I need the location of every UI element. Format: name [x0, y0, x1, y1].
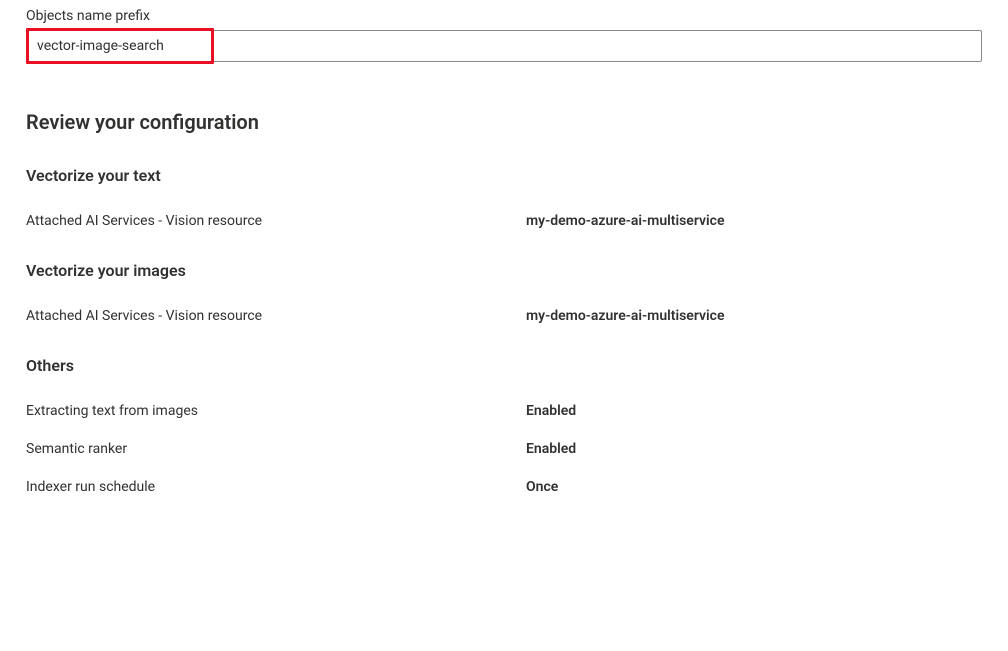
config-key: Semantic ranker [26, 441, 526, 457]
review-configuration-heading: Review your configuration [26, 110, 982, 134]
config-key: Attached AI Services - Vision resource [26, 213, 526, 229]
config-key: Extracting text from images [26, 403, 526, 419]
config-key: Indexer run schedule [26, 479, 526, 495]
config-val: my-demo-azure-ai-multiservice [526, 213, 725, 229]
config-row: Indexer run schedule Once [26, 479, 982, 495]
config-key: Attached AI Services - Vision resource [26, 308, 526, 324]
config-val: Enabled [526, 441, 576, 457]
section-vectorize-text-heading: Vectorize your text [26, 166, 982, 185]
config-row: Attached AI Services - Vision resource m… [26, 308, 982, 324]
config-val: Enabled [526, 403, 576, 419]
config-val: Once [526, 479, 558, 495]
section-others-heading: Others [26, 356, 982, 375]
config-row: Attached AI Services - Vision resource m… [26, 213, 982, 229]
objects-name-prefix-input[interactable] [26, 30, 982, 62]
config-val: my-demo-azure-ai-multiservice [526, 308, 725, 324]
objects-name-prefix-label: Objects name prefix [26, 8, 982, 24]
config-row: Semantic ranker Enabled [26, 441, 982, 457]
config-row: Extracting text from images Enabled [26, 403, 982, 419]
section-vectorize-images-heading: Vectorize your images [26, 261, 982, 280]
objects-name-prefix-wrap [26, 30, 982, 62]
